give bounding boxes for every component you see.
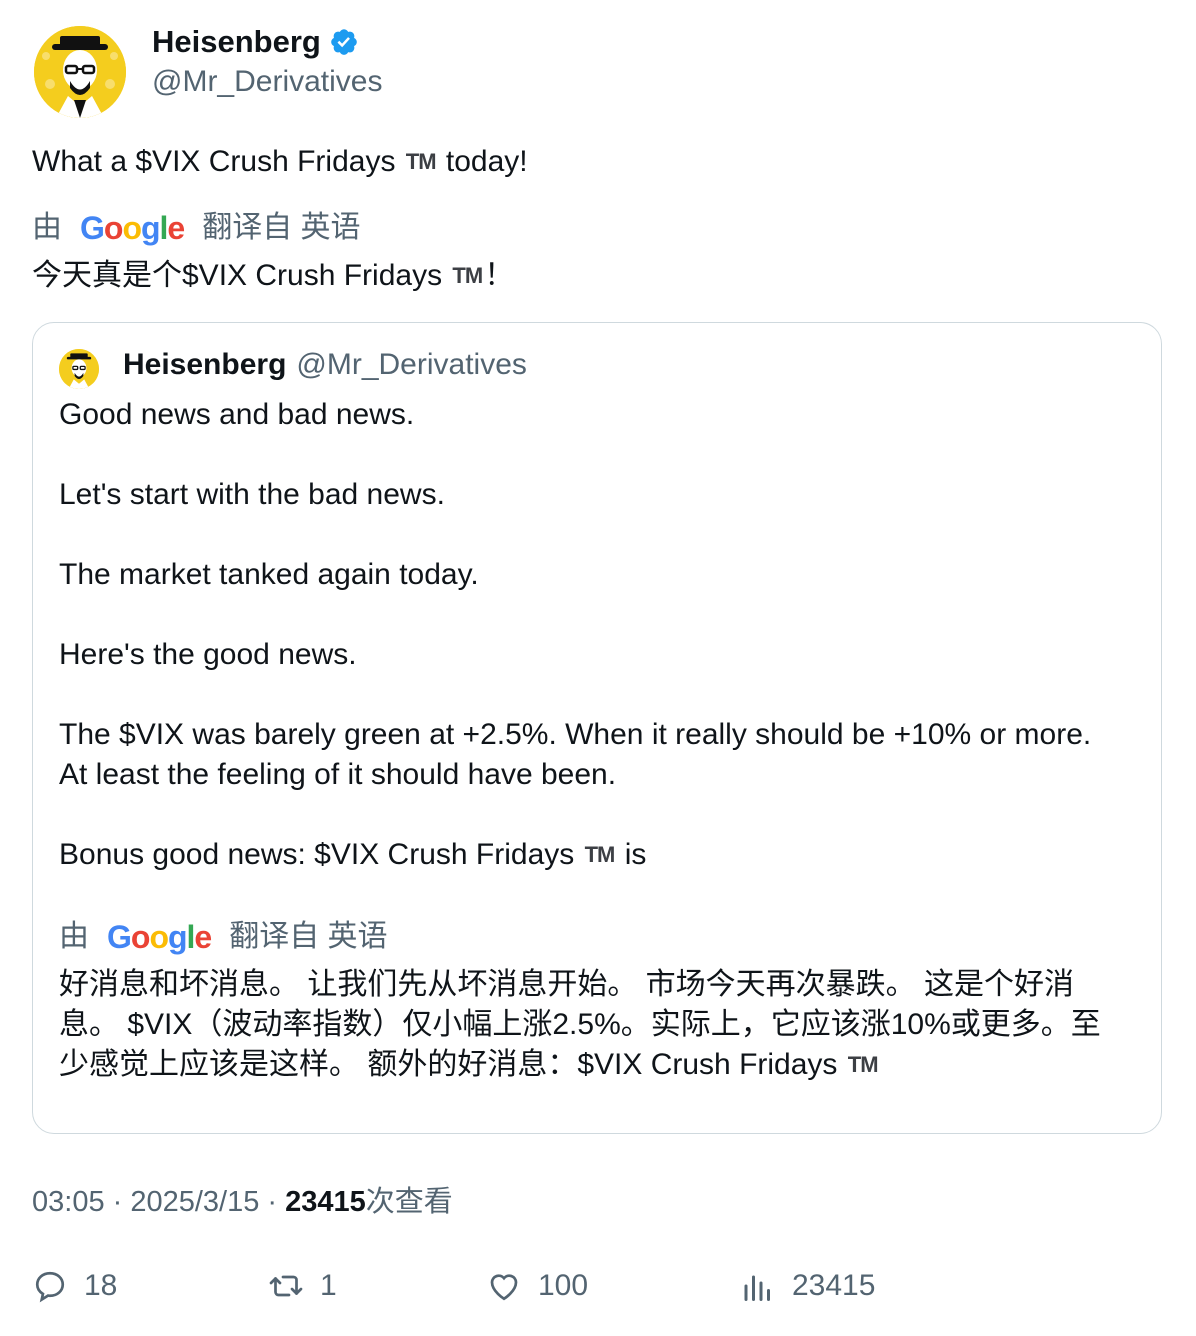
translation-suffix: 翻译自 英语 — [229, 920, 388, 953]
action-bar: 18 1 100 23415 — [32, 1268, 1162, 1312]
tweet-meta: 03:05 · 2025/3/15 · 23415次查看 — [32, 1182, 453, 1222]
reply-button[interactable]: 18 — [32, 1268, 117, 1304]
quote-paragraph: Let's start with the bad news. — [59, 478, 445, 511]
trademark-icon: TM — [847, 1052, 879, 1077]
author-avatar[interactable] — [34, 26, 126, 118]
quote-paragraph: The $VIX was barely green at +2.5%. When… — [59, 718, 1092, 791]
quote-last-start: Bonus good news: $VIX Crush Fridays — [59, 838, 583, 871]
quote-author-name: Heisenberg — [123, 348, 287, 381]
views-label: 次查看 — [365, 1186, 453, 1218]
reply-icon — [35, 1271, 65, 1303]
translation-prefix: 由 — [59, 920, 89, 953]
heart-icon — [490, 1274, 518, 1301]
quote-author-handle: @Mr_Derivatives — [296, 348, 527, 381]
timestamp[interactable]: 03:05 · 2025/3/15 · — [32, 1186, 285, 1218]
views-count: 23415 — [285, 1186, 366, 1218]
quote-last-end: is — [616, 838, 647, 871]
tweet-translation-start: 今天真是个$VIX Crush Fridays — [32, 259, 451, 292]
google-logo: Google — [80, 210, 185, 246]
trademark-icon: TM — [584, 842, 616, 867]
quote-paragraph: Here's the good news. — [59, 638, 357, 671]
quote-paragraph-last: Bonus good news: $VIX Crush Fridays TM i… — [59, 835, 1119, 875]
views-count-action: 23415 — [792, 1269, 876, 1302]
tweet-text: What a $VIX Crush Fridays TM today! — [32, 142, 528, 182]
translation-prefix: 由 — [32, 211, 62, 244]
quoted-tweet[interactable]: Heisenberg @Mr_Derivatives Good news and… — [32, 322, 1162, 1134]
quote-translation-body: 好消息和坏消息。 让我们先从坏消息开始。 市场今天再次暴跌。 这是个好消息。 $… — [59, 968, 1101, 1081]
author-handle[interactable]: @Mr_Derivatives — [152, 62, 383, 102]
quote-author: Heisenberg @Mr_Derivatives — [123, 345, 527, 385]
author-name[interactable]: Heisenberg — [152, 22, 321, 62]
like-button[interactable]: 100 — [486, 1268, 588, 1304]
like-count: 100 — [538, 1269, 589, 1302]
views-button[interactable]: 23415 — [740, 1268, 875, 1304]
trademark-icon: TM — [452, 263, 483, 288]
tweet-text-start: What a $VIX Crush Fridays — [32, 145, 404, 178]
google-logo: Google — [107, 919, 212, 955]
quote-text: Good news and bad news. Let's start with… — [59, 395, 1119, 915]
retweet-count: 1 — [320, 1269, 337, 1302]
analytics-icon — [744, 1275, 770, 1301]
tweet-translation: 今天真是个$VIX Crush Fridays TM！ — [32, 256, 514, 296]
quote-paragraph: The market tanked again today. — [59, 558, 479, 591]
tweet-translation-end: ！ — [484, 259, 515, 292]
translation-attribution[interactable]: 由 Google 翻译自 英语 — [32, 208, 361, 248]
quote-translation-text: 好消息和坏消息。 让我们先从坏消息开始。 市场今天再次暴跌。 这是个好消息。 $… — [59, 965, 1129, 1085]
trademark-icon: TM — [405, 149, 437, 174]
retweet-icon — [269, 1275, 303, 1297]
heisenberg-portrait-icon — [59, 349, 99, 389]
reply-count: 18 — [84, 1269, 118, 1302]
retweet-button[interactable]: 1 — [268, 1268, 337, 1304]
heisenberg-portrait-icon — [34, 26, 126, 118]
quote-paragraph: Good news and bad news. — [59, 398, 415, 431]
quote-translation-attribution[interactable]: 由 Google 翻译自 英语 — [59, 917, 388, 957]
translation-suffix: 翻译自 英语 — [202, 211, 361, 244]
author-block: Heisenberg @Mr_Derivatives — [152, 22, 383, 102]
tweet-text-end: today! — [437, 145, 528, 178]
verified-badge-icon[interactable] — [329, 27, 359, 57]
quote-author-avatar — [59, 349, 99, 389]
